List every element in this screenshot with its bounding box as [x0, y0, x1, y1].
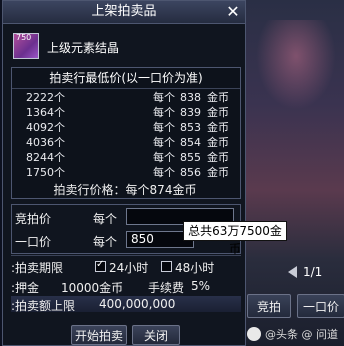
- item-name: 上级元素结晶: [47, 41, 120, 55]
- duration-24h-checkbox[interactable]: [95, 259, 106, 272]
- row-per: 每个: [153, 121, 175, 134]
- row-quantity: 4036个: [26, 136, 65, 149]
- row-price: 855: [180, 151, 201, 164]
- price-row: 4036个 每个 854 金币: [12, 135, 240, 150]
- duration-48h-checkbox[interactable]: [161, 261, 172, 272]
- total-price-tooltip: 总共63万7500金币: [183, 221, 287, 256]
- row-price: 853: [180, 121, 201, 134]
- deposit-label: :押金: [11, 281, 40, 295]
- row-quantity: 2222个: [26, 91, 65, 104]
- price-row: 1364个 每个 839 金币: [12, 105, 240, 120]
- price-row: 2222个 每个 838 金币: [12, 90, 240, 105]
- price-list-header: 拍卖行最低价(以一口价为准): [12, 68, 240, 89]
- row-price: 854: [180, 136, 201, 149]
- row-quantity: 4092个: [26, 121, 65, 134]
- duration-label: :拍卖期限: [11, 261, 64, 275]
- price-row: 1750个 每个 856 金币: [12, 165, 240, 180]
- row-unit: 金币: [207, 91, 229, 104]
- row-price: 839: [180, 106, 201, 119]
- row-unit: 金币: [207, 151, 229, 164]
- limit-value: 400,000,000: [99, 297, 176, 311]
- buyout-label: 一口价: [15, 235, 52, 249]
- duration-24h-label: 24小时: [109, 261, 149, 275]
- limit-label: :拍卖额上限: [11, 299, 76, 313]
- pagination: 1/1: [282, 261, 344, 283]
- row-per: 每个: [153, 91, 175, 104]
- prev-page-icon[interactable]: [288, 266, 297, 278]
- divider: [11, 255, 241, 256]
- dialog-titlebar[interactable]: 上架拍卖品 ✕: [3, 1, 245, 24]
- auction-listing-dialog: 上架拍卖品 ✕ 750 上级元素结晶 拍卖行最低价(以一口价为准) 2222个 …: [2, 0, 246, 346]
- close-icon[interactable]: ✕: [225, 4, 241, 20]
- row-quantity: 8244个: [26, 151, 65, 164]
- row-unit: 金币: [207, 166, 229, 179]
- watermark-logo-icon: [247, 327, 261, 341]
- watermark: @头条 @ 问道: [247, 324, 344, 344]
- bid-label: 竞拍价: [15, 212, 52, 226]
- row-per: 每个: [153, 151, 175, 164]
- row-price: 838: [180, 91, 201, 104]
- lowest-price-list: 拍卖行最低价(以一口价为准) 2222个 每个 838 金币 1364个 每个 …: [11, 67, 241, 199]
- item-row: 750 上级元素结晶: [9, 31, 241, 61]
- scene-glow: [256, 20, 336, 110]
- page-indicator: 1/1: [303, 265, 323, 279]
- row-per: 每个: [153, 136, 175, 149]
- duration-48h-label: 48小时: [175, 261, 215, 275]
- suggested-price: 拍卖行价格：每个874金币: [53, 183, 197, 197]
- row-quantity: 1364个: [26, 106, 65, 119]
- buyout-button[interactable]: 一口价: [297, 294, 344, 318]
- row-unit: 金币: [207, 106, 229, 119]
- item-level: 750: [16, 33, 32, 42]
- watermark-text: @头条 @ 问道: [265, 328, 338, 341]
- fee-value: 5%: [191, 279, 211, 293]
- dialog-title: 上架拍卖品: [91, 4, 157, 19]
- price-row: 4092个 每个 853 金币: [12, 120, 240, 135]
- row-unit: 金币: [207, 136, 229, 149]
- bid-button[interactable]: 竞拍: [247, 294, 291, 318]
- close-button[interactable]: 关闭: [132, 325, 180, 345]
- fee-label: 手续费: [148, 281, 185, 295]
- item-crystal-icon[interactable]: 750: [13, 33, 39, 59]
- buyout-per-label: 每个: [93, 235, 118, 249]
- price-row: 8244个 每个 855 金币: [12, 150, 240, 165]
- bid-per-label: 每个: [93, 212, 118, 226]
- row-unit: 金币: [207, 121, 229, 134]
- row-quantity: 1750个: [26, 166, 65, 179]
- deposit-value: 10000金币: [61, 281, 124, 295]
- row-per: 每个: [153, 166, 175, 179]
- start-auction-button[interactable]: 开始拍卖: [71, 325, 127, 345]
- row-price: 856: [180, 166, 201, 179]
- row-per: 每个: [153, 106, 175, 119]
